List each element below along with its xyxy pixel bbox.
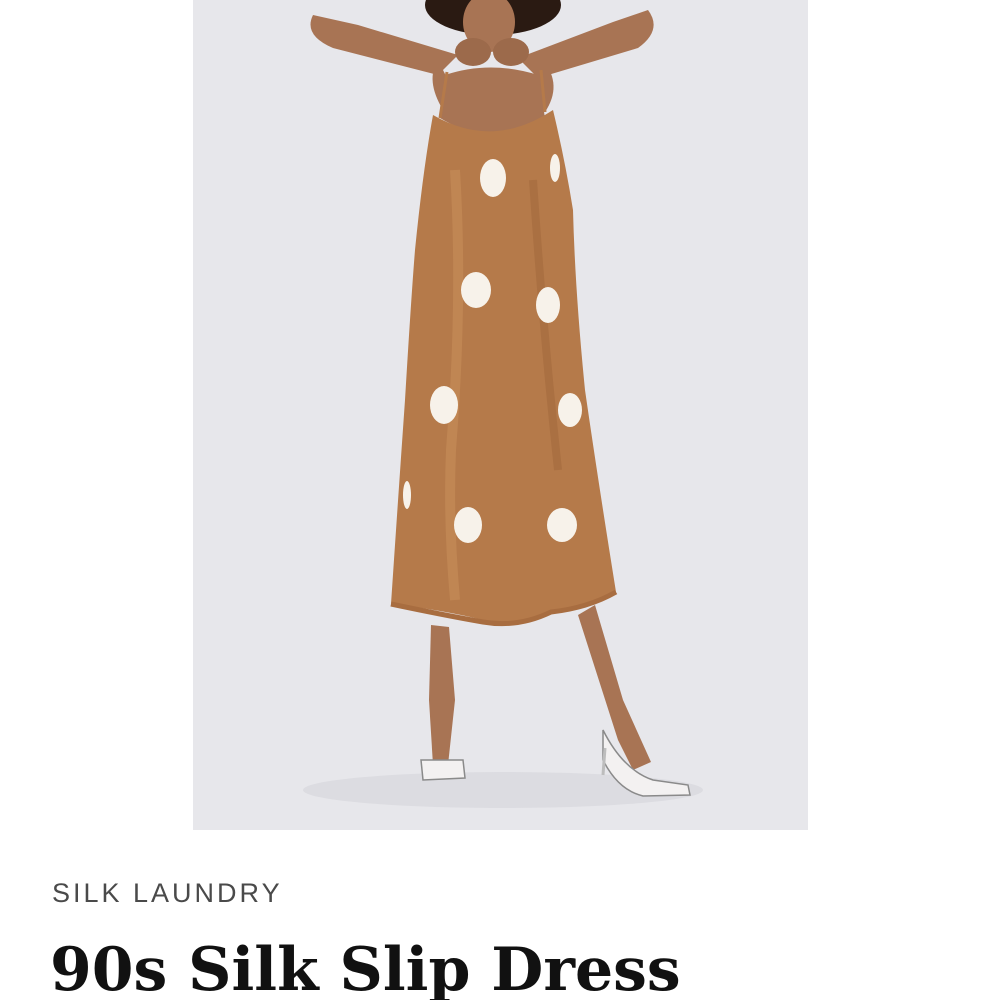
product-photo-illustration: [193, 0, 808, 830]
dress-polka-dot: [550, 154, 560, 182]
right-shoe-heel: [601, 747, 607, 776]
dress-polka-dot: [461, 272, 491, 308]
dress-polka-dot: [430, 386, 458, 424]
dress-polka-dot: [558, 393, 582, 427]
dress-polka-dot: [403, 481, 411, 509]
dress-polka-dot: [536, 287, 560, 323]
dress-polka-dot: [547, 508, 577, 542]
product-title: 90s Silk Slip Dress: [50, 935, 681, 1000]
dress-polka-dot: [454, 507, 482, 543]
brand-name[interactable]: SILK LAUNDRY: [52, 878, 283, 909]
product-image[interactable]: [193, 0, 808, 830]
dress-polka-dot: [480, 159, 506, 197]
model-left-hand: [455, 38, 491, 66]
model-right-hand: [493, 38, 529, 66]
left-shoe: [420, 759, 466, 781]
